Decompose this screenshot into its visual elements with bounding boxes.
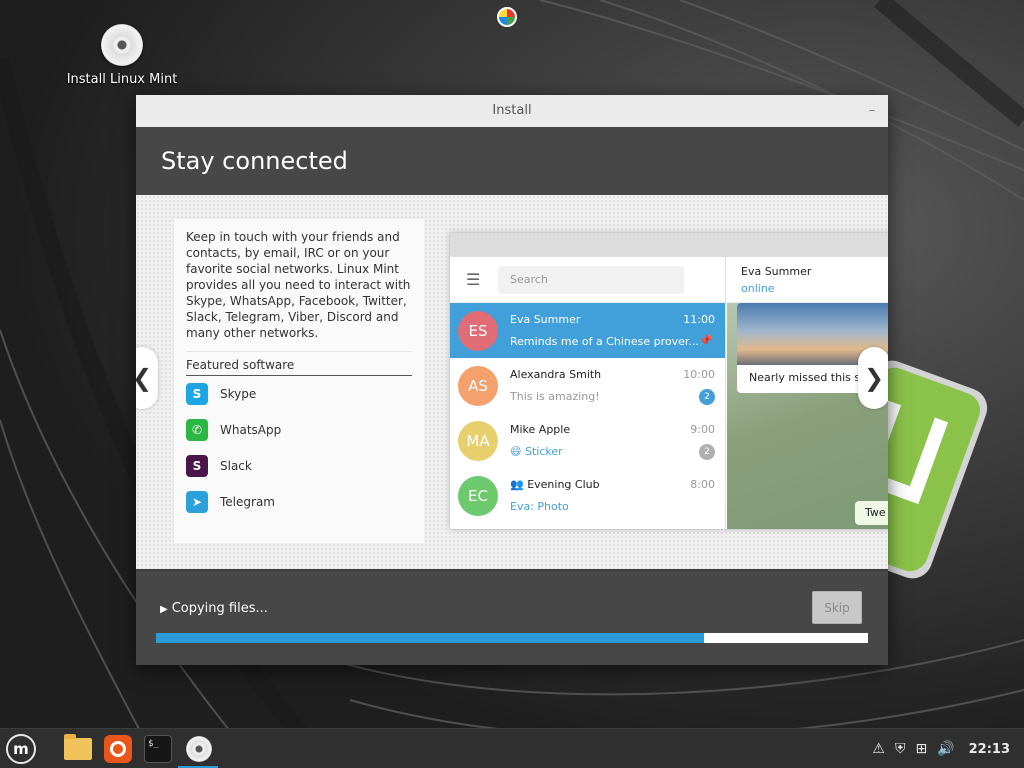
featured-app-label: Skype — [220, 387, 257, 401]
skype-icon: S — [186, 383, 208, 405]
slack-icon: S — [186, 455, 208, 477]
chat-time: 11:00 — [683, 313, 715, 326]
update-manager-icon[interactable]: ⚠ — [872, 741, 885, 757]
terminal-icon: $_ — [144, 735, 172, 763]
featured-app-skype: S Skype — [186, 376, 412, 412]
featured-app-telegram: ➤ Telegram — [186, 484, 412, 520]
desktop-icon-label: Install Linux Mint — [66, 72, 178, 87]
conversation-header: Eva Summer online — [727, 257, 888, 303]
pin-icon: 📌 — [699, 334, 713, 347]
chat-time: 8:00 — [690, 478, 715, 491]
featured-app-whatsapp: ✆ WhatsApp — [186, 412, 412, 448]
network-icon[interactable]: ⊞ — [915, 741, 927, 757]
chat-preview: This is amazing! — [510, 390, 600, 403]
chat-name: 👥 Evening Club — [510, 478, 600, 491]
featured-app-slack: S Slack — [186, 448, 412, 484]
chat-app-screenshot: ☰ Search ES Eva Summer Reminds me of a Chi… — [450, 233, 888, 529]
progress-status[interactable]: ▶ Copying files... — [160, 601, 268, 616]
chat-time: 9:00 — [690, 423, 715, 436]
progress-bar — [156, 633, 868, 643]
search-input: Search — [498, 265, 684, 294]
page-title: Stay connected — [136, 127, 888, 195]
chat-list: ☰ Search ES Eva Summer Reminds me of a Chi… — [450, 257, 726, 529]
chat-time: 10:00 — [683, 368, 715, 381]
shield-icon[interactable]: ⛨ — [895, 741, 906, 757]
next-slide-button[interactable]: ❯ — [858, 347, 888, 409]
chat-list-item: EC 👥 Evening Club Eva: Photo 8:00 — [450, 468, 725, 523]
chat-preview: Eva: Photo — [510, 500, 569, 513]
app-indicator-icon[interactable] — [497, 7, 517, 27]
chat-name: Alexandra Smith — [510, 368, 602, 381]
installer-taskbar-button[interactable] — [182, 733, 216, 765]
unread-badge: 2 — [699, 444, 715, 460]
avatar: MA — [458, 420, 498, 461]
featured-app-label: Telegram — [220, 495, 275, 509]
chat-list-header: ☰ Search — [450, 257, 725, 303]
mock-titlebar — [450, 233, 888, 257]
avatar: ES — [458, 310, 498, 351]
window-title: Install — [492, 103, 532, 118]
clock[interactable]: 22:13 — [969, 742, 1010, 757]
install-progress-area: ▶ Copying files... Skip — [136, 569, 888, 665]
progress-bar-fill — [156, 633, 705, 643]
progress-status-text: Copying files... — [171, 601, 268, 616]
whatsapp-icon: ✆ — [186, 419, 208, 441]
hamburger-menu-icon: ☰ — [466, 269, 481, 289]
skip-button[interactable]: Skip — [812, 591, 862, 624]
slideshow: Keep in touch with your friends and cont… — [136, 195, 888, 569]
avatar: EC — [458, 475, 498, 516]
firefox-launcher[interactable] — [102, 733, 134, 765]
contact-status: online — [741, 282, 775, 295]
contact-name: Eva Summer — [741, 265, 812, 278]
chat-name: Mike Apple — [510, 423, 571, 436]
system-tray: ⚠ ⛨ ⊞ 🔊 22:13 — [862, 729, 1010, 768]
slide-description: Keep in touch with your friends and cont… — [186, 230, 411, 340]
window-titlebar[interactable]: Install – — [136, 95, 888, 127]
avatar: AS — [458, 365, 498, 406]
terminal-launcher[interactable]: $_ — [142, 733, 174, 765]
taskbar: m $_ ⚠ ⛨ ⊞ 🔊 22:13 — [0, 728, 1024, 768]
chat-list-item: ES Eva Summer Reminds me of a Chinese prov… — [450, 303, 725, 358]
desktop-icon-install-linux-mint[interactable]: Install Linux Mint — [62, 24, 182, 87]
featured-app-label: WhatsApp — [220, 423, 282, 437]
previous-slide-button[interactable]: ❮ — [136, 347, 158, 409]
disc-icon — [101, 24, 143, 66]
unread-badge: 2 — [699, 389, 715, 405]
reply-message: Twe — [855, 501, 888, 525]
featured-app-list: S Skype ✆ WhatsApp S Slack ➤ Telegram — [186, 376, 412, 520]
start-menu-button[interactable]: m — [6, 734, 36, 764]
telegram-icon: ➤ — [186, 491, 208, 513]
chat-preview: 😄 Sticker — [510, 445, 563, 458]
chat-name: Eva Summer — [510, 313, 581, 326]
featured-app-label: Slack — [220, 459, 252, 473]
chat-background: Nearly missed this s Twe — [727, 303, 888, 529]
disc-icon — [186, 736, 212, 762]
file-manager-launcher[interactable] — [62, 733, 94, 765]
folder-icon — [64, 734, 92, 760]
firefox-icon — [104, 735, 132, 763]
chat-list-item: AS Alexandra Smith This is amazing! 10:00 2 — [450, 358, 725, 413]
installer-window: Install – Stay connected Keep in touch w… — [136, 95, 888, 665]
expand-details-icon[interactable]: ▶ — [160, 604, 168, 615]
chat-list-item: MA Mike Apple 😄 Sticker 9:00 2 — [450, 413, 725, 468]
chat-preview: Reminds me of a Chinese prover... — [510, 335, 699, 348]
volume-icon[interactable]: 🔊 — [937, 741, 954, 757]
minimize-button[interactable]: – — [864, 95, 880, 127]
featured-software-title: Featured software — [186, 351, 412, 376]
info-panel: Keep in touch with your friends and cont… — [174, 219, 424, 543]
